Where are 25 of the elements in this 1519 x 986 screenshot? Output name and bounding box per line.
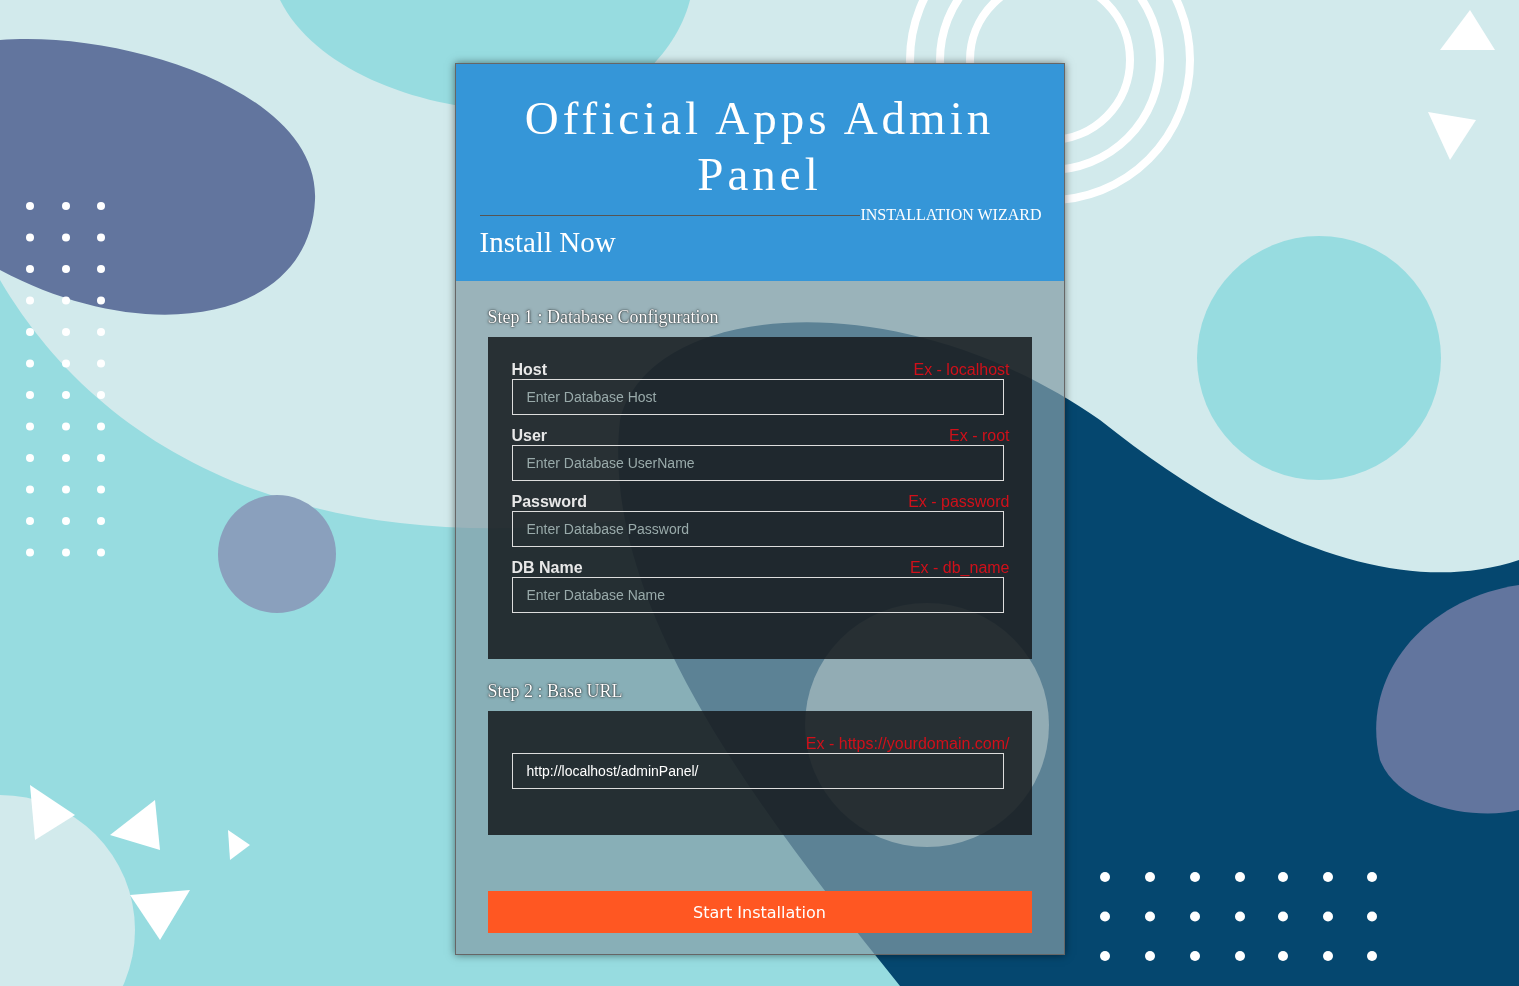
triangle-shape (110, 800, 160, 850)
triangle-shape (30, 785, 75, 840)
input-field[interactable]: Enter Database Host (511, 379, 1004, 415)
example-hint: Ex - password (908, 493, 1010, 511)
triangle-shape (1428, 112, 1476, 160)
example-hint: Ex - root (949, 427, 1010, 445)
example-hint: Ex - db_name (909, 559, 1010, 577)
field-label: DB Name (511, 559, 583, 577)
input-field[interactable]: http://localhost/adminPanel/ (511, 753, 1004, 789)
input-field[interactable]: Enter Database Password (511, 511, 1004, 547)
example-hint: Ex - https://yourdomain.com/ (805, 735, 1010, 753)
app-title: Official Apps Admin Panel (523, 91, 996, 202)
input-field[interactable]: Enter Database Name (511, 577, 1004, 613)
input-field[interactable]: Enter Database UserName (511, 445, 1004, 481)
field-label: User (511, 427, 548, 445)
field-label: Password (511, 493, 588, 511)
triangle-shape (228, 830, 250, 860)
step-title: Step 1 : Database Configuration (487, 307, 720, 328)
example-hint: Ex - localhost (913, 361, 1010, 379)
triangle-shape (130, 890, 190, 940)
install-heading: Install Now (479, 226, 617, 259)
wizard-subtitle: INSTALLATION WIZARD (860, 206, 1042, 224)
field-label: Host (511, 361, 548, 379)
step-title: Step 2 : Base URL (487, 681, 624, 702)
triangle-shape (1440, 10, 1495, 50)
